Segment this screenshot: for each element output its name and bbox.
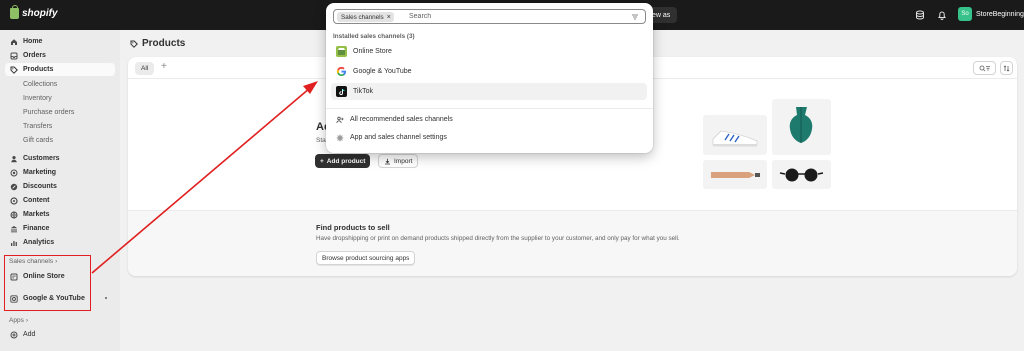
find-products-section: Find products to sell Have dropshipping …: [128, 210, 1017, 276]
bank-icon: [11, 225, 17, 232]
plus-circle-icon: [10, 331, 18, 338]
channel-label: Google & YouTube: [353, 68, 412, 75]
online-store-logo-icon: [336, 46, 347, 57]
channel-online-store[interactable]: Online Store: [331, 43, 647, 60]
sidebar-item-label: Products: [23, 66, 54, 73]
store-name: StoreBeginning: [976, 10, 1024, 18]
shopify-bag-icon: [10, 5, 19, 19]
channel-tiktok[interactable]: TikTok: [331, 83, 647, 100]
sales-channels-chip[interactable]: Sales channels ×: [337, 12, 394, 22]
sort-icon: [1003, 64, 1010, 72]
close-icon[interactable]: ×: [387, 14, 391, 21]
globe-icon: [10, 211, 18, 218]
download-icon: [385, 158, 390, 164]
browse-sourcing-apps-button[interactable]: Browse product sourcing apps: [316, 251, 416, 265]
google-logo-icon: [336, 66, 347, 77]
import-button[interactable]: Import: [378, 154, 419, 168]
sidebar-subitem-inventory[interactable]: Inventory: [23, 92, 52, 104]
channel-label: Online Store: [353, 48, 392, 55]
sidebar-item-add-app[interactable]: Add: [5, 328, 115, 341]
person-icon: [11, 155, 17, 162]
sidebar-item-label: Orders: [23, 52, 46, 59]
page-title-text: Products: [142, 38, 186, 49]
sidebar-subitem-collections[interactable]: Collections: [23, 78, 57, 90]
vase-image: [772, 99, 831, 155]
action-label: App and sales channel settings: [350, 134, 447, 141]
sidebar-item-label: Discounts: [23, 183, 57, 190]
highlight-box: [4, 255, 91, 311]
apps-label: Apps: [9, 317, 24, 324]
page-title: Products: [130, 38, 185, 49]
sidebar-item-label: Content: [23, 197, 50, 204]
chart-icon: [11, 240, 17, 246]
sidebar-item-markets[interactable]: Markets: [5, 208, 115, 221]
sunglasses-image: [772, 160, 831, 189]
all-recommended-channels-link[interactable]: All recommended sales channels: [331, 111, 647, 128]
find-products-title: Find products to sell: [316, 223, 390, 232]
sidebar-item-label: Home: [23, 38, 43, 45]
sidebar-item-orders[interactable]: Orders: [5, 49, 115, 62]
add-product-button[interactable]: + Add product: [315, 154, 371, 168]
search-box[interactable]: Sales channels ×: [333, 9, 646, 24]
chip-label: Sales channels: [341, 13, 384, 21]
bell-icon[interactable]: [937, 10, 947, 20]
sidebar-item-label: Add: [23, 331, 36, 338]
apps-header[interactable]: Apps ›: [9, 317, 28, 324]
sort-button[interactable]: [1000, 61, 1013, 75]
installed-channels-heading: Installed sales channels (3): [333, 33, 415, 40]
sneaker-image: [703, 115, 767, 155]
divider: [326, 108, 653, 109]
brand-name: shopify: [22, 8, 58, 19]
tag-icon: [10, 66, 18, 74]
action-label: All recommended sales channels: [350, 116, 453, 123]
store-menu[interactable]: So StoreBeginning: [958, 7, 1024, 21]
plus-icon: +: [320, 157, 324, 165]
search-filter-icon: [979, 65, 990, 71]
sidebar-subitem-purchase-orders[interactable]: Purchase orders: [23, 106, 74, 118]
toothpaste-image: [703, 160, 767, 189]
sidebar-item-discounts[interactable]: Discounts: [5, 180, 115, 193]
sidebar-item-analytics[interactable]: Analytics: [5, 236, 115, 249]
discount-icon: [10, 183, 18, 190]
avatar: So: [958, 7, 972, 21]
pin-dot-icon: [105, 297, 107, 299]
sidebar-item-label: Analytics: [23, 239, 55, 246]
tab-all[interactable]: All: [135, 62, 155, 75]
sidebar-item-label: Customers: [23, 155, 60, 162]
channel-label: TikTok: [353, 88, 373, 95]
shopify-logo[interactable]: shopify: [10, 5, 58, 19]
add-product-label: Add product: [326, 157, 366, 165]
sidebar-item-customers[interactable]: Customers: [5, 152, 115, 165]
inbox-icon: [10, 52, 18, 59]
import-label: Import: [394, 157, 413, 165]
sales-channel-search-popover: Sales channels × Installed sales channel…: [326, 3, 653, 153]
search-input[interactable]: [409, 11, 609, 22]
find-products-description: Have dropshipping or print on demand pro…: [316, 235, 680, 242]
target-icon: [10, 169, 18, 176]
person-plus-icon: [336, 116, 344, 123]
search-filter-button[interactable]: [973, 61, 996, 75]
chevron-right-icon: ›: [25, 317, 28, 324]
sales-channel-settings-link[interactable]: App and sales channel settings: [331, 129, 647, 146]
database-icon[interactable]: [915, 10, 925, 20]
add-view-button[interactable]: +: [161, 61, 167, 72]
empty-state-description: Sta: [316, 137, 326, 144]
sidebar-item-products[interactable]: Products: [5, 63, 115, 76]
sidebar-subitem-gift-cards[interactable]: Gift cards: [23, 134, 53, 146]
gear-icon: [336, 134, 344, 141]
tiktok-logo-icon: [336, 86, 347, 97]
tag-icon: [130, 40, 138, 48]
sidebar-item-label: Marketing: [23, 169, 57, 176]
sidebar-item-home[interactable]: Home: [5, 35, 115, 48]
channel-google-youtube[interactable]: Google & YouTube: [331, 63, 647, 80]
content-icon: [10, 196, 18, 205]
filter-icon[interactable]: [631, 13, 639, 21]
home-icon: [11, 38, 17, 45]
sidebar-item-finance[interactable]: Finance: [5, 222, 115, 235]
sidebar-item-content[interactable]: Content: [5, 194, 115, 207]
sidebar-item-label: Finance: [23, 225, 50, 232]
sidebar-item-marketing[interactable]: Marketing: [5, 166, 115, 179]
sidebar-item-label: Markets: [23, 211, 50, 218]
sidebar-subitem-transfers[interactable]: Transfers: [23, 120, 52, 132]
